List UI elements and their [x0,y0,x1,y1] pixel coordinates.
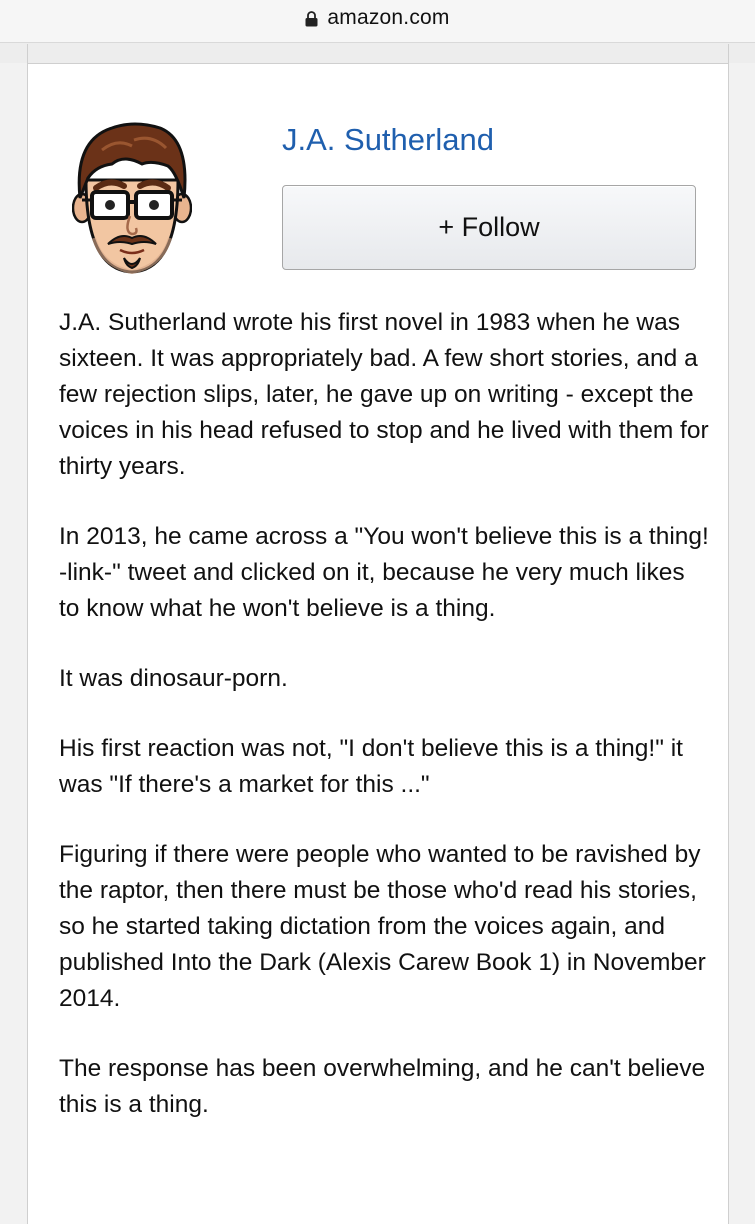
bio-paragraph: His first reaction was not, "I don't bel… [59,735,683,798]
bio-paragraph: Figuring if there were people who wanted… [59,841,706,1012]
url-text: amazon.com [327,6,450,29]
card-top-edge [27,44,729,63]
browser-url-bar[interactable]: amazon.com [0,0,755,43]
bio-paragraph: It was dinosaur-porn. [59,665,288,692]
author-name-link[interactable]: J.A. Sutherland [282,122,494,158]
bio-paragraph: In 2013, he came across a "You won't bel… [59,523,709,622]
bio-paragraph: J.A. Sutherland wrote his first novel in… [59,309,709,480]
author-avatar[interactable] [71,120,193,275]
author-bio: J.A. Sutherland wrote his first novel in… [59,305,709,1157]
follow-button[interactable]: + Follow [282,185,696,270]
bio-paragraph: The response has been overwhelming, and … [59,1055,706,1118]
lock-icon [305,11,318,27]
